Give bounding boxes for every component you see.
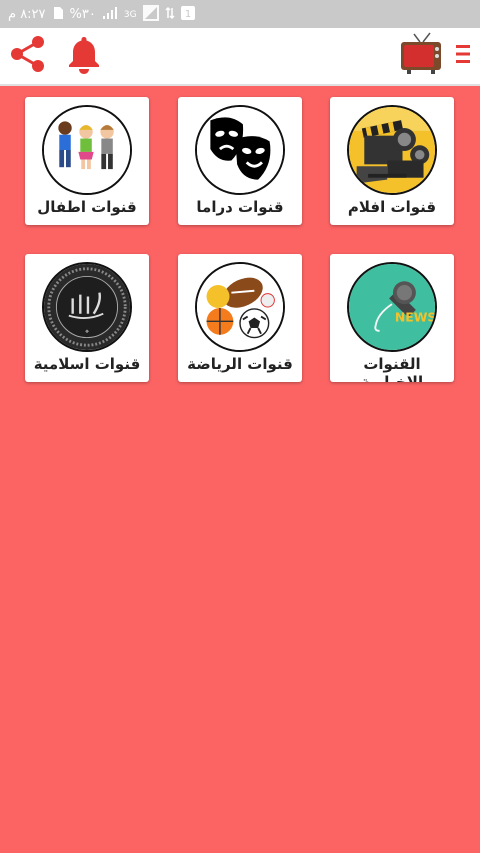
menu-icon (453, 42, 473, 70)
app-bar (0, 28, 480, 86)
islamic-calligraphy-icon: ❖ (42, 262, 132, 352)
svg-text:NEWS: NEWS (395, 309, 435, 324)
category-card-news[interactable]: NEWS القنوات الاخبارية (330, 254, 454, 382)
category-card-films[interactable]: قنوات افلام (330, 97, 454, 225)
status-bar: ٨:٢٧ م %٣٠ 3G 1 (0, 0, 480, 28)
category-card-islamic[interactable]: ❖ قنوات اسلامية (25, 254, 149, 382)
svg-text:1: 1 (184, 9, 190, 20)
film-projector-icon (347, 105, 437, 195)
category-label: القنوات الاخبارية (360, 355, 424, 382)
share-icon (8, 34, 48, 78)
category-card-drama[interactable]: قنوات دراما (178, 97, 302, 225)
app-notification-icon: 1 (180, 6, 195, 24)
data-arrows-icon (165, 6, 175, 24)
status-time: ٨:٢٧ م (8, 7, 46, 22)
network-type: 3G (123, 10, 137, 20)
signal-icon (102, 6, 118, 24)
sports-balls-icon (195, 262, 285, 352)
category-label: قنوات اطفال (37, 198, 137, 216)
category-card-kids[interactable]: قنوات اطفال (25, 97, 149, 225)
drama-masks-icon (195, 105, 285, 195)
sim-icon (52, 6, 64, 24)
signal-strength-icon (142, 5, 159, 25)
battery-percent: %٣٠ (69, 7, 96, 22)
app-logo (396, 31, 446, 81)
category-label: قنوات اسلامية (33, 355, 141, 373)
kids-icon (42, 105, 132, 195)
category-card-sports[interactable]: قنوات الرياضة (178, 254, 302, 382)
menu-button[interactable] (446, 34, 480, 78)
svg-text:❖: ❖ (85, 329, 89, 335)
category-label: قنوات افلام (347, 198, 437, 216)
bell-icon (66, 34, 102, 78)
share-button[interactable] (6, 34, 50, 78)
notifications-button[interactable] (62, 34, 106, 78)
tv-icon (398, 31, 444, 81)
news-microphone-icon: NEWS (347, 262, 437, 352)
category-label: قنوات الرياضة (187, 355, 293, 373)
category-label: قنوات دراما (196, 198, 284, 216)
